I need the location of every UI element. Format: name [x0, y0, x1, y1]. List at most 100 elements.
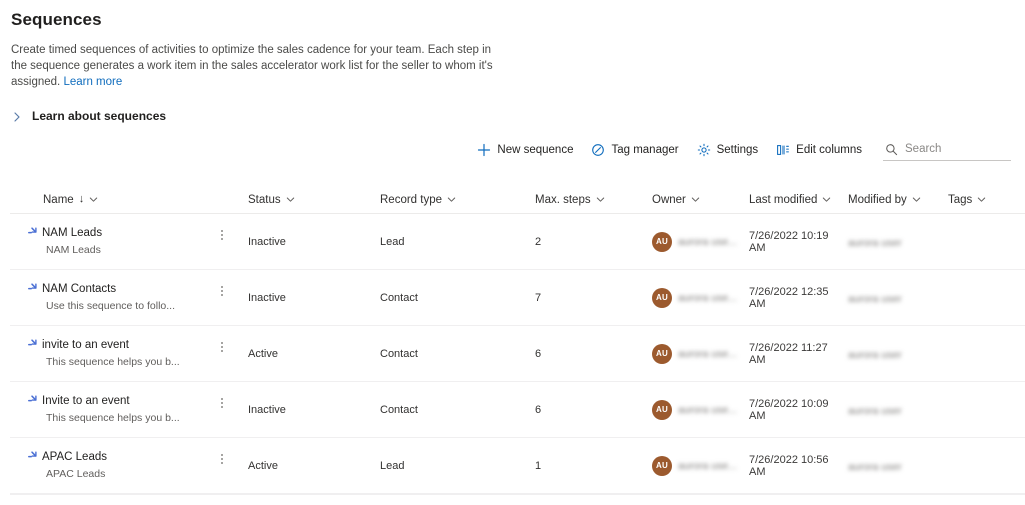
column-header-modified-by-label: Modified by: [848, 193, 907, 206]
new-sequence-label: New sequence: [497, 144, 574, 156]
avatar: AU: [652, 399, 672, 420]
row-name-cell: invite to an event This sequence helps y…: [10, 339, 215, 368]
column-header-owner[interactable]: Owner: [652, 194, 749, 206]
more-options-icon[interactable]: [215, 282, 229, 300]
column-header-last-modified-label: Last modified: [749, 193, 818, 206]
row-status: Inactive: [248, 235, 286, 248]
column-header-tags-label: Tags: [948, 193, 973, 206]
row-record-type: Lead: [380, 459, 405, 472]
column-header-status-label: Status: [248, 193, 281, 206]
row-record-type: Contact: [380, 403, 418, 416]
column-header-status[interactable]: Status: [248, 194, 380, 206]
settings-label: Settings: [716, 144, 759, 156]
command-bar: New sequence Tag manager Settings Edit c…: [468, 139, 1011, 161]
sequence-icon: [28, 448, 39, 459]
row-owner-name: aurora use...: [678, 235, 737, 248]
grid-body: NAM Leads NAM Leads Inactive Lead 2 AU a…: [10, 214, 1025, 494]
row-owner-cell: AU aurora use...: [652, 231, 749, 252]
chevron-down-icon: [912, 195, 921, 204]
chevron-down-icon: [89, 195, 98, 204]
column-header-max-steps[interactable]: Max. steps: [535, 194, 652, 206]
row-name-link[interactable]: invite to an event: [42, 339, 129, 351]
table-row[interactable]: NAM Leads NAM Leads Inactive Lead 2 AU a…: [10, 214, 1025, 270]
row-last-modified: 7/26/2022 11:27 AM: [749, 341, 828, 366]
row-modified-by-name: aurora user: [848, 404, 902, 417]
more-options-icon[interactable]: [215, 450, 229, 468]
row-subtitle: NAM Leads: [46, 244, 101, 256]
row-last-modified: 7/26/2022 10:19 AM: [749, 229, 829, 254]
row-record-type: Lead: [380, 235, 405, 248]
row-record-type: Contact: [380, 291, 418, 304]
column-header-name[interactable]: Name ↓: [10, 194, 215, 206]
edit-columns-button[interactable]: Edit columns: [767, 139, 871, 161]
avatar: AU: [652, 343, 672, 364]
column-header-modified-by[interactable]: Modified by: [848, 194, 948, 206]
row-last-modified: 7/26/2022 10:09 AM: [749, 397, 829, 422]
learn-about-sequences-expander[interactable]: Learn about sequences: [11, 109, 166, 123]
plus-icon: [477, 143, 491, 157]
row-modified-by-cell: aurora user: [848, 345, 948, 363]
row-max-steps: 7: [535, 291, 542, 304]
row-owner-name: aurora use...: [678, 459, 737, 472]
row-status: Active: [248, 459, 278, 472]
row-more-actions-cell: [215, 341, 248, 356]
search-icon: [885, 143, 898, 156]
row-name-cell: NAM Leads NAM Leads: [10, 227, 215, 256]
row-status: Inactive: [248, 291, 286, 304]
column-header-name-label: Name: [43, 193, 74, 206]
row-subtitle: This sequence helps you b...: [46, 356, 180, 368]
row-status: Inactive: [248, 403, 286, 416]
row-modified-by-name: aurora user: [848, 236, 902, 249]
chevron-down-icon: [447, 195, 456, 204]
search-input[interactable]: [905, 143, 1009, 155]
table-row[interactable]: invite to an event This sequence helps y…: [10, 326, 1025, 382]
chevron-down-icon: [977, 195, 986, 204]
row-modified-by-cell: aurora user: [848, 233, 948, 251]
grid-header-row: Name ↓ Status Record type Max. steps Own…: [10, 186, 1025, 214]
row-subtitle: APAC Leads: [46, 468, 106, 480]
search-box[interactable]: [883, 140, 1011, 161]
more-options-icon[interactable]: [215, 338, 229, 356]
row-record-type: Contact: [380, 347, 418, 360]
row-name-cell: APAC Leads APAC Leads: [10, 451, 215, 480]
row-more-actions-cell: [215, 397, 248, 412]
sequence-icon: [28, 336, 39, 347]
column-header-record-type-label: Record type: [380, 193, 443, 206]
row-last-modified: 7/26/2022 10:56 AM: [749, 453, 829, 478]
row-name-link[interactable]: NAM Leads: [42, 227, 102, 239]
tag-manager-button[interactable]: Tag manager: [582, 139, 687, 161]
row-name-link[interactable]: Invite to an event: [42, 395, 130, 407]
chevron-right-icon: [11, 110, 23, 122]
page-description: Create timed sequences of activities to …: [11, 42, 493, 90]
chevron-down-icon: [596, 195, 605, 204]
row-name-cell: Invite to an event This sequence helps y…: [10, 395, 215, 424]
row-name-link[interactable]: APAC Leads: [42, 451, 107, 463]
column-header-tags[interactable]: Tags: [948, 194, 1018, 206]
row-name-link[interactable]: NAM Contacts: [42, 283, 116, 295]
row-modified-by-name: aurora user: [848, 460, 902, 473]
table-row[interactable]: APAC Leads APAC Leads Active Lead 1 AU a…: [10, 438, 1025, 494]
more-options-icon[interactable]: [215, 394, 229, 412]
column-header-last-modified[interactable]: Last modified: [749, 194, 848, 206]
table-row[interactable]: NAM Contacts Use this sequence to follo.…: [10, 270, 1025, 326]
row-owner-name: aurora use...: [678, 291, 737, 304]
row-modified-by-name: aurora user: [848, 348, 902, 361]
row-max-steps: 6: [535, 403, 542, 416]
row-more-actions-cell: [215, 453, 248, 468]
columns-icon: [776, 143, 790, 157]
learn-more-link[interactable]: Learn more: [63, 76, 122, 88]
settings-button[interactable]: Settings: [688, 139, 768, 161]
row-max-steps: 2: [535, 235, 542, 248]
row-modified-by-name: aurora user: [848, 292, 902, 305]
new-sequence-button[interactable]: New sequence: [468, 139, 582, 161]
row-name-cell: NAM Contacts Use this sequence to follo.…: [10, 283, 215, 312]
row-modified-by-cell: aurora user: [848, 401, 948, 419]
row-modified-by-cell: aurora user: [848, 289, 948, 307]
chevron-down-icon: [691, 195, 700, 204]
more-options-icon[interactable]: [215, 226, 229, 244]
column-header-record-type[interactable]: Record type: [380, 194, 535, 206]
table-row[interactable]: Invite to an event This sequence helps y…: [10, 382, 1025, 438]
sort-ascending-icon: ↓: [78, 193, 85, 205]
sequences-grid: Name ↓ Status Record type Max. steps Own…: [10, 186, 1025, 494]
row-owner-cell: AU aurora use...: [652, 455, 749, 476]
